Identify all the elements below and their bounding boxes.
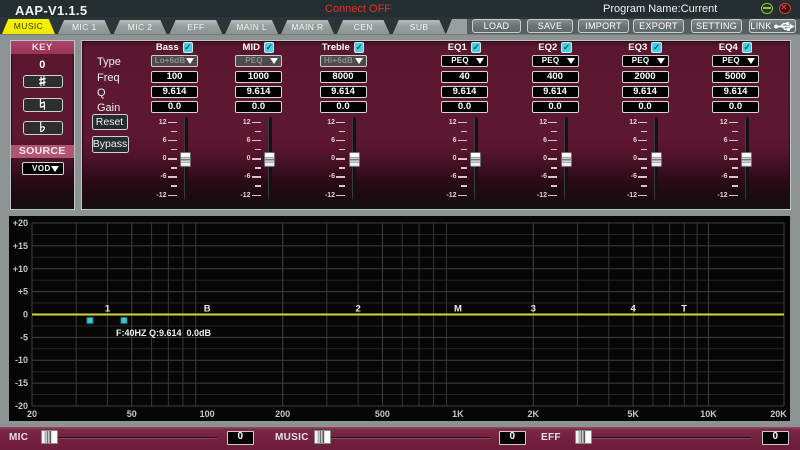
svg-text:4: 4 [630,304,636,315]
svg-text:200: 200 [275,409,290,419]
svg-text:1: 1 [105,304,111,315]
svg-text:-15: -15 [15,378,28,388]
svg-text:+5: +5 [18,287,28,297]
svg-text:100: 100 [200,409,215,419]
svg-text:500: 500 [375,409,390,419]
svg-text:50: 50 [127,409,137,419]
svg-text:2K: 2K [528,409,540,419]
svg-text:1K: 1K [452,409,464,419]
svg-text:+15: +15 [13,241,28,251]
svg-text:20: 20 [27,409,37,419]
svg-text:2: 2 [355,304,360,315]
svg-text:B: B [204,304,211,315]
svg-text:10K: 10K [700,409,717,419]
svg-text:+20: +20 [13,218,28,228]
svg-text:-10: -10 [15,355,28,365]
svg-text:5K: 5K [627,409,639,419]
svg-text:+10: +10 [13,264,28,274]
svg-text:T: T [681,304,687,315]
svg-text:F:40HZ Q:9.614 0.0dB: F:40HZ Q:9.614 0.0dB [116,328,212,338]
svg-text:0: 0 [23,310,28,320]
svg-text:20K: 20K [770,409,787,419]
svg-text:M: M [454,304,462,315]
svg-text:-5: -5 [20,332,28,342]
svg-text:3: 3 [531,304,536,315]
